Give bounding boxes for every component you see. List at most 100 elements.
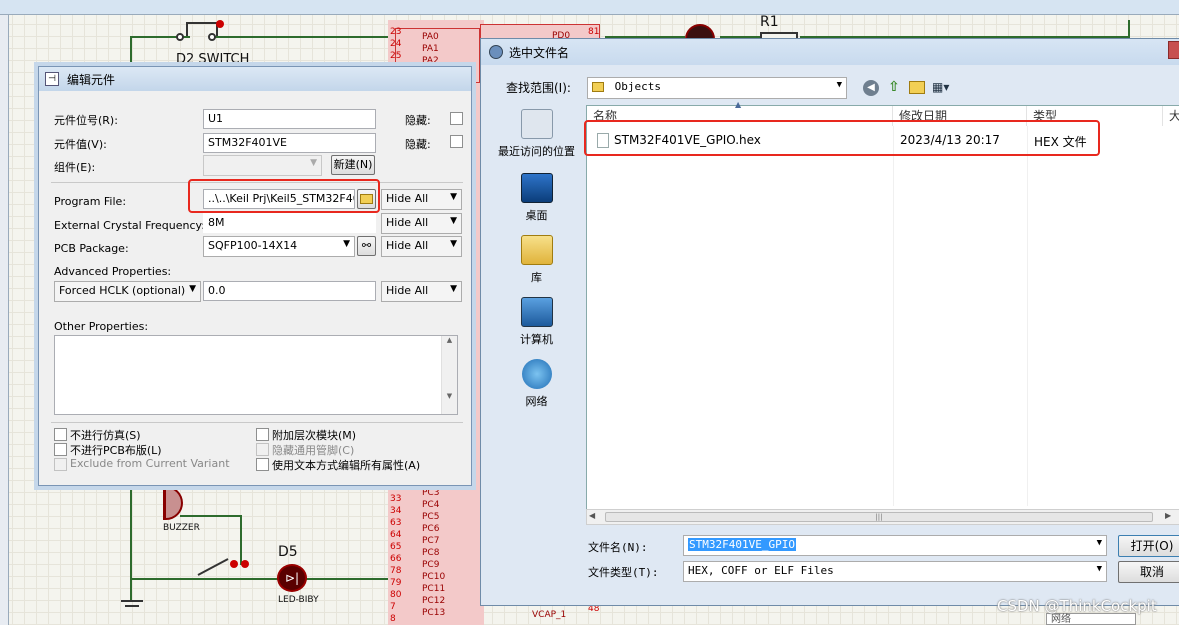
place-computer[interactable]: 计算机 [489,297,584,347]
led-ref: D5 [278,544,298,560]
resistor-label: R1 [760,14,779,30]
ref-hidden-label: 隐藏: [405,114,431,127]
close-button[interactable] [1168,41,1179,59]
place-recent[interactable]: 最近访问的位置 [489,109,584,159]
scroll-left-icon[interactable]: ◀ [589,511,595,520]
open-button[interactable]: 打开(O) [1118,535,1179,557]
view-menu-icon[interactable]: ▦▾ [932,80,958,96]
places-bar: 最近访问的位置 桌面 库 计算机 网络 [489,105,584,595]
folder-icon [592,82,604,92]
advanced-property-select[interactable]: Forced HCLK (optional) ▼ [54,281,201,302]
pcb-select[interactable]: SQFP100-14X14 ▼ [203,236,355,257]
chevron-down-icon: ▼ [189,284,196,294]
switch-label: D2 SWITCH [176,52,250,67]
look-in-label: 查找范围(I): [506,81,571,95]
sort-ascending-icon: ▲ [735,100,742,109]
program-file-visibility-select[interactable]: Hide All ▼ [381,189,462,210]
other-properties-textarea[interactable]: ▲ ▼ [54,335,458,415]
package-browser-button[interactable]: ⚯ [357,236,376,256]
chevron-down-icon: ▼ [450,284,457,294]
scroll-right-icon[interactable]: ▶ [1165,511,1171,520]
ref-label: 元件位号(R): [54,114,118,127]
open-file-dialog[interactable]: 选中文件名 查找范围(I): Objects ▼ ◀ ⇧ ▦▾ 最近访问的位置 … [480,38,1179,606]
filetype-label: 文件类型(T): [588,566,659,579]
chevron-down-icon: ▼ [1096,538,1102,548]
look-in-select[interactable]: Objects ▼ [587,77,847,99]
chevron-down-icon: ▼ [450,192,457,202]
file-list[interactable]: 名称 ▲ 修改日期 类型 大 STM32F401VE_GPIO.hex 2023… [584,100,1179,525]
program-file-highlight [188,179,380,213]
edit-dialog-titlebar[interactable]: ⊣ 编辑元件 [39,67,471,91]
crystal-visibility-select[interactable]: Hide All ▼ [381,213,462,234]
advanced-value-input[interactable]: 0.0 [203,281,376,301]
pcb-visibility-select[interactable]: Hide All ▼ [381,236,462,257]
value-input[interactable]: STM32F401VE [203,133,376,153]
vcap-label: VCAP_1 [532,610,567,620]
edit-component-dialog[interactable]: ⊣ 编辑元件 元件位号(R): U1 隐藏: 元件值(V): STM32F401… [38,66,472,486]
edit-dialog-title: 编辑元件 [67,72,116,87]
program-file-label: Program File: [54,195,127,208]
app-icon [489,45,503,59]
exclude-variant-label: Exclude from Current Variant [70,457,230,470]
attach-hierarchy-checkbox[interactable] [256,428,269,441]
value-hidden-label: 隐藏: [405,138,431,151]
no-simulate-label: 不进行仿真(S) [70,429,141,442]
back-icon[interactable]: ◀ [863,80,879,96]
watermark: CSDN @ThinkCockpit [997,597,1157,615]
edit-as-text-checkbox[interactable] [256,458,269,471]
chevron-down-icon: ▼ [1096,564,1102,574]
attach-hierarchy-label: 附加层次模块(M) [272,429,357,442]
open-dialog-titlebar[interactable]: 选中文件名 [481,39,1179,65]
new-folder-icon[interactable] [909,81,925,94]
pcb-label: PCB Package: [54,242,129,255]
led-symbol[interactable]: ⊳| [277,564,307,592]
column-size[interactable]: 大 [1163,106,1179,126]
file-list-hscrollbar[interactable]: ◀ ||| ▶ [586,509,1179,525]
value-hidden-checkbox[interactable] [450,135,463,148]
binoculars-icon: ⚯ [361,239,372,252]
ref-input[interactable]: U1 [203,109,376,129]
place-desktop[interactable]: 桌面 [489,173,584,223]
network-icon [521,359,552,389]
top-toolbar-strip [0,0,1179,15]
left-panel [0,15,9,625]
library-icon [520,235,553,265]
place-libraries[interactable]: 库 [489,235,584,285]
file-row-highlight [584,120,1100,156]
filename-label: 文件名(N): [588,541,648,554]
computer-icon [520,297,553,327]
hide-common-pins-checkbox[interactable] [256,443,269,456]
cancel-button[interactable]: 取消 [1118,561,1179,583]
group-label: 组件(E): [54,161,96,174]
filename-input[interactable]: STM32F401VE_GPIO ▼ [683,535,1107,556]
scroll-thumb[interactable]: ||| [605,512,1153,522]
group-select[interactable]: ▼ [203,155,322,176]
chevron-down-icon: ▼ [310,158,317,168]
value-label: 元件值(V): [54,138,107,151]
no-simulate-checkbox[interactable] [54,428,67,441]
desktop-icon [520,173,553,203]
exclude-variant-checkbox[interactable] [54,458,67,471]
recent-places-icon [520,109,553,139]
hide-common-pins-label: 隐藏通用管脚(C) [272,444,355,457]
chevron-down-icon: ▼ [450,239,457,249]
no-pcb-checkbox[interactable] [54,443,67,456]
chevron-down-icon: ▼ [450,216,457,226]
filetype-select[interactable]: HEX, COFF or ELF Files ▼ [683,561,1107,582]
no-pcb-label: 不进行PCB布版(L) [70,444,162,457]
new-button[interactable]: 新建(N) [331,155,375,175]
crystal-label: External Crystal Frequency: [54,219,205,232]
advanced-label: Advanced Properties: [54,265,172,278]
advanced-visibility-select[interactable]: Hide All ▼ [381,281,462,302]
buzzer-label: BUZZER [163,523,200,533]
led-label: LED-BIBY [278,595,319,605]
edit-as-text-label: 使用文本方式编辑所有属性(A) [272,459,421,472]
place-network[interactable]: 网络 [489,359,584,409]
component-icon: ⊣ [45,72,59,86]
chevron-down-icon: ▼ [343,239,350,249]
open-dialog-title: 选中文件名 [509,45,570,60]
ref-hidden-checkbox[interactable] [450,112,463,125]
crystal-input[interactable]: 8M [203,213,376,233]
textarea-scrollbar[interactable]: ▲ ▼ [441,336,457,414]
up-folder-icon[interactable]: ⇧ [886,79,902,97]
